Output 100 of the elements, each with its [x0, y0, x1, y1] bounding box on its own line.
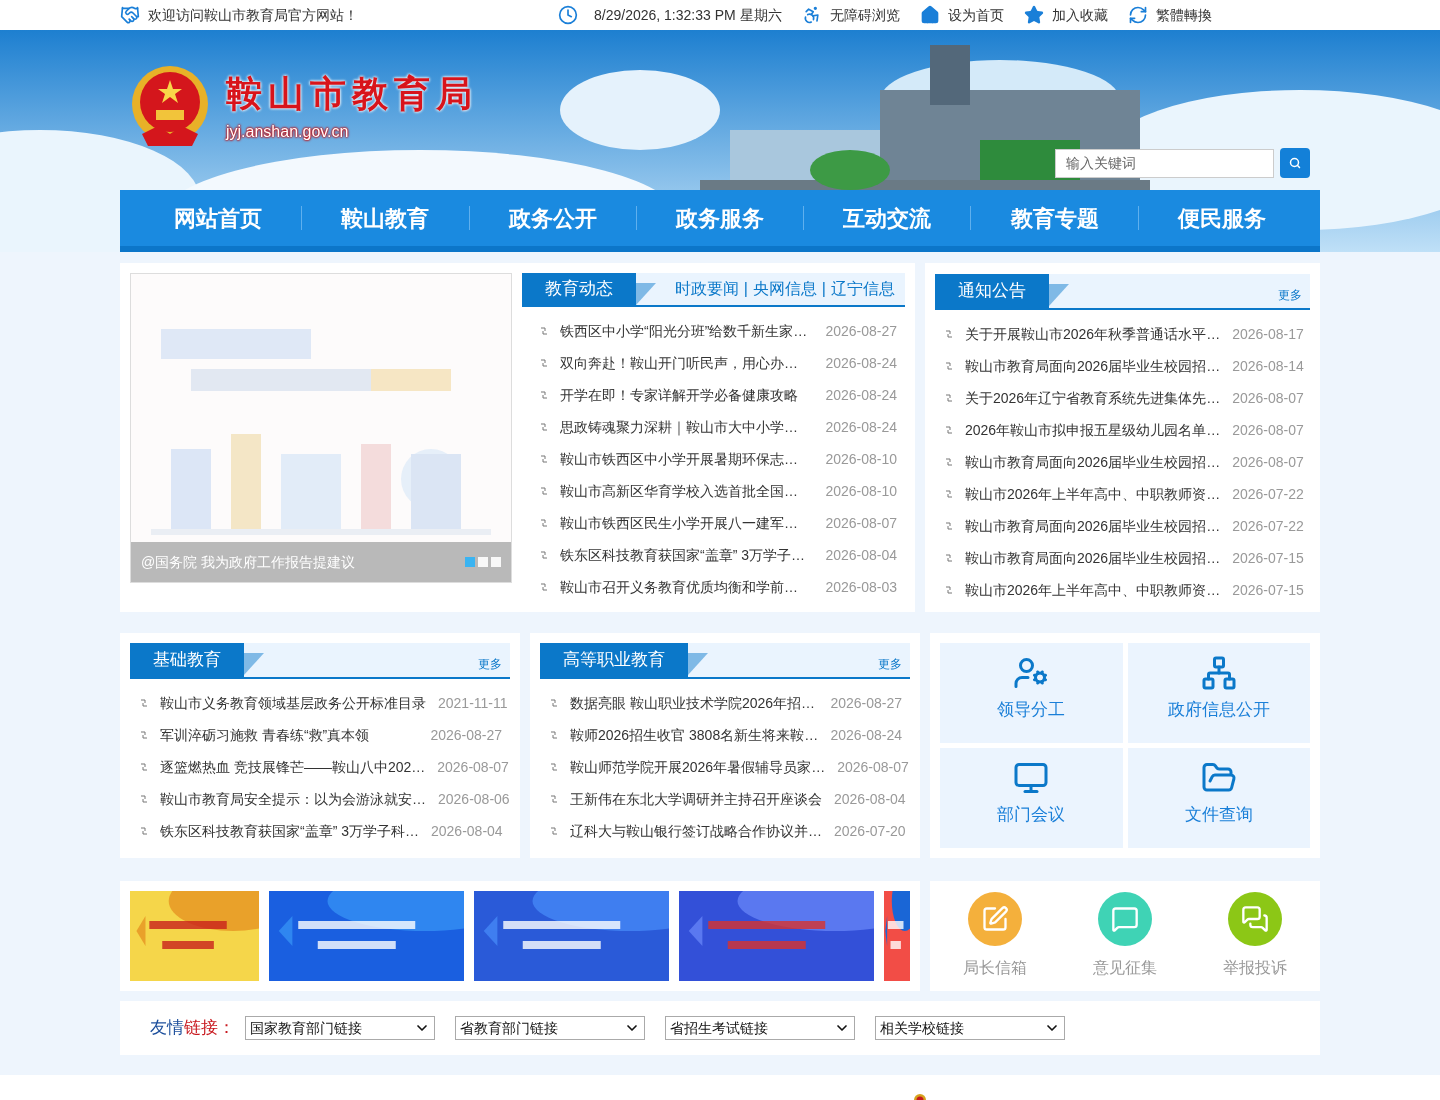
- bullet-icon: [140, 699, 148, 707]
- nav-item[interactable]: 教育专题: [971, 201, 1138, 235]
- bullet-icon: [140, 731, 148, 739]
- top-link[interactable]: 加入收藏: [1023, 4, 1108, 26]
- top-link[interactable]: 无障碍浏览: [801, 4, 900, 26]
- news-date: 2026-08-07: [1232, 420, 1304, 440]
- search-icon: [1289, 157, 1301, 169]
- bullet-icon: [540, 583, 548, 591]
- news-link[interactable]: 铁西区中小学“阳光分班”给数千新生家…: [560, 320, 814, 342]
- news-link[interactable]: 鞍山市铁西区民生小学开展八一建军…: [560, 512, 814, 534]
- news-date: 2026-08-04: [825, 545, 897, 565]
- bullet-icon: [945, 362, 953, 370]
- quick-link-tile[interactable]: 领导分工: [940, 643, 1123, 743]
- bullet-icon: [540, 519, 548, 527]
- search-field[interactable]: 输入关键词: [1055, 148, 1274, 178]
- nav-item[interactable]: 便民服务: [1138, 201, 1305, 235]
- nav-item[interactable]: 鞍山教育: [302, 201, 469, 235]
- news-tab-link[interactable]: 辽宁信息: [831, 277, 895, 301]
- bullet-icon: [550, 763, 558, 771]
- news-link[interactable]: 鞍山市义务教育领域基层政务公开标准目录: [160, 692, 426, 714]
- news-link[interactable]: 鞍山市高新区华育学校入选首批全国…: [560, 480, 814, 502]
- search-button[interactable]: [1280, 148, 1310, 178]
- link-dropdown[interactable]: 相关学校链接: [875, 1016, 1065, 1040]
- pencil-icon: [981, 905, 1009, 933]
- more-link[interactable]: 更多: [878, 655, 910, 673]
- bullet-icon: [945, 330, 953, 338]
- slider-caption: @国务院 我为政府工作报告提建议: [141, 552, 357, 572]
- news-tab-link[interactable]: 央网信息: [752, 277, 817, 301]
- news-link[interactable]: 思政铸魂聚力深耕｜鞍山市大中小学…: [560, 416, 814, 438]
- news-link[interactable]: 逐篮燃热血 竞技展锋芒——鞍山八中202…: [160, 756, 426, 778]
- news-date: 2026-07-15: [1232, 548, 1304, 568]
- welcome-text: 欢迎访问鞍山市教育局官方网站！: [148, 5, 358, 25]
- news-date: 2026-08-24: [825, 353, 897, 373]
- bullet-icon: [140, 827, 148, 835]
- bullet-icon: [945, 586, 953, 594]
- bullet-icon: [945, 490, 953, 498]
- bullet-icon: [540, 359, 548, 367]
- bullet-icon: [540, 487, 548, 495]
- news-date: 2026-08-24: [825, 385, 897, 405]
- news-date: 2026-08-07: [1232, 388, 1304, 408]
- bullet-icon: [540, 551, 548, 559]
- news-link[interactable]: 王新伟在东北大学调研并主持召开座谈会: [570, 788, 822, 810]
- news-date: 2026-07-20: [834, 821, 906, 841]
- accessibility-icon: [801, 5, 822, 25]
- link-separator: |: [821, 279, 826, 299]
- news-link[interactable]: 鞍师2026招生收官 3808名新生将来鞍…: [570, 724, 819, 746]
- quick-link-tile[interactable]: 文件查询: [1127, 748, 1310, 848]
- section-title[interactable]: 高等职业教育: [540, 643, 688, 677]
- nav-item[interactable]: 网站首页: [135, 201, 302, 235]
- bullet-icon: [945, 426, 953, 434]
- handshake-icon: [120, 5, 140, 25]
- org-chart-icon: [1200, 655, 1237, 691]
- news-link[interactable]: 2026年鞍山市拟申报五星级幼儿园名单…: [965, 419, 1221, 441]
- news-date: 2026-08-06: [438, 789, 510, 809]
- news-date: 2026-08-24: [825, 417, 897, 437]
- home-icon: [919, 5, 940, 25]
- news-date: 2026-08-07: [1232, 452, 1304, 472]
- section-title[interactable]: 通知公告: [935, 274, 1049, 308]
- link-dropdown[interactable]: 国家教育部门链接: [245, 1016, 435, 1040]
- news-link[interactable]: 鞍山师范学院开展2026年暑假辅导员家…: [570, 756, 826, 778]
- quick-link-tile[interactable]: 政府信息公开: [1127, 643, 1310, 743]
- news-link[interactable]: 军训淬砺习施救 青春练“救”真本领: [160, 724, 419, 746]
- more-link[interactable]: 更多: [1278, 286, 1310, 304]
- top-link[interactable]: 繁體轉換: [1127, 4, 1212, 26]
- news-link[interactable]: 鞍山市教育局安全提示：以为会游泳就安…: [160, 788, 426, 810]
- news-link[interactable]: 关于2026年辽宁省教育系统先进集体先…: [965, 387, 1221, 409]
- link-dropdown[interactable]: 省招生考试链接: [665, 1016, 855, 1040]
- section-title[interactable]: 教育动态: [522, 273, 636, 305]
- news-link[interactable]: 辽科大与鞍山银行签订战略合作协议并…: [570, 820, 822, 842]
- refresh-icon: [1127, 5, 1148, 25]
- news-link[interactable]: 数据亮眼 鞍山职业技术学院2026年招…: [570, 692, 819, 714]
- news-link[interactable]: 鞍山市教育局面向2026届毕业生校园招…: [965, 515, 1221, 537]
- news-link[interactable]: 铁东区科技教育获国家“盖章” 3万学子科…: [160, 820, 419, 842]
- nav-item[interactable]: 政务公开: [469, 201, 636, 235]
- news-link[interactable]: 开学在即！专家详解开学必备健康攻略: [560, 384, 814, 406]
- quick-link-tile[interactable]: 部门会议: [940, 748, 1123, 848]
- news-date: 2026-08-27: [825, 321, 897, 341]
- site-domain: jyj.anshan.gov.cn: [226, 122, 350, 142]
- message-icon: [1111, 905, 1139, 933]
- news-link[interactable]: 鞍山市召开义务教育优质均衡和学前…: [560, 576, 814, 598]
- news-link[interactable]: 鞍山市2026年上半年高中、中职教师资…: [965, 579, 1221, 601]
- news-date: 2026-08-17: [1232, 324, 1304, 344]
- bullet-icon: [540, 455, 548, 463]
- news-link[interactable]: 鞍山市铁西区中小学开展暑期环保志…: [560, 448, 814, 470]
- news-link[interactable]: 双向奔赴！鞍山开门听民声，用心办…: [560, 352, 814, 374]
- news-link[interactable]: 鞍山市教育局面向2026届毕业生校园招…: [965, 355, 1221, 377]
- news-link[interactable]: 鞍山市教育局面向2026届毕业生校园招…: [965, 451, 1221, 473]
- news-tab-link[interactable]: 时政要闻: [674, 277, 739, 301]
- news-link[interactable]: 鞍山市2026年上半年高中、中职教师资…: [965, 483, 1221, 505]
- datetime-text: 8/29/2026, 1:32:33 PM 星期六: [594, 5, 782, 25]
- news-link[interactable]: 鞍山市教育局面向2026届毕业生校园招…: [965, 547, 1221, 569]
- nav-item[interactable]: 互动交流: [804, 201, 971, 235]
- more-link[interactable]: 更多: [478, 655, 510, 673]
- news-link[interactable]: 关于开展鞍山市2026年秋季普通话水平…: [965, 323, 1221, 345]
- section-title[interactable]: 基础教育: [130, 643, 244, 677]
- news-link[interactable]: 铁东区科技教育获国家“盖章” 3万学子…: [560, 544, 814, 566]
- top-link[interactable]: 设为首页: [919, 4, 1004, 26]
- news-date: 2026-07-22: [1232, 516, 1304, 536]
- nav-item[interactable]: 政务服务: [636, 201, 804, 235]
- link-dropdown[interactable]: 省教育部门链接: [455, 1016, 645, 1040]
